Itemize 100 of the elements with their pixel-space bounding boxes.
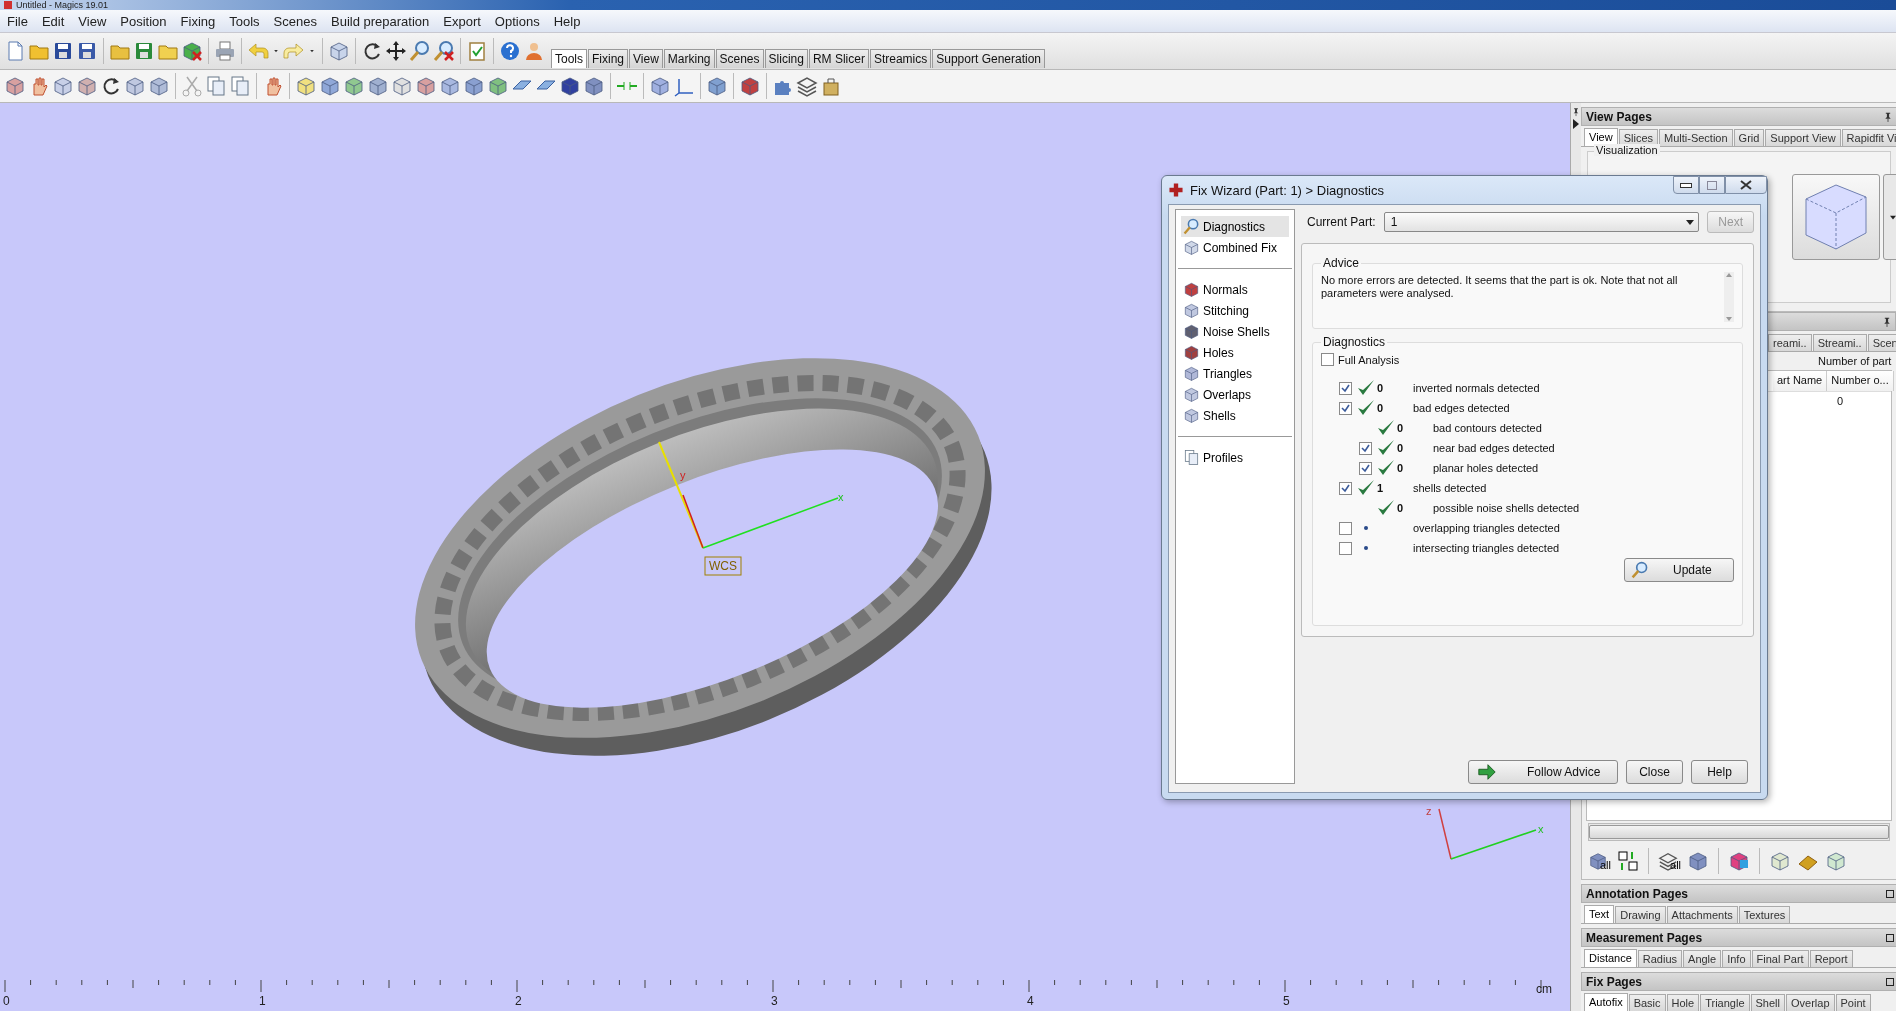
menu-item[interactable]: Tools xyxy=(222,13,267,29)
cube-icon[interactable] xyxy=(439,75,461,97)
tab[interactable]: Textures xyxy=(1738,906,1791,923)
select-all-button[interactable]: all xyxy=(1588,851,1611,871)
cube-icon[interactable] xyxy=(649,75,671,97)
nav-item[interactable]: Diagnostics xyxy=(1181,216,1289,237)
tab[interactable]: Report xyxy=(1809,950,1853,967)
nav-item[interactable]: Noise Shells xyxy=(1181,321,1289,342)
menu-item[interactable]: Export xyxy=(436,13,488,29)
scrollbar[interactable] xyxy=(1724,272,1734,322)
tab[interactable]: Tools xyxy=(551,49,587,68)
scrollbar[interactable] xyxy=(1588,823,1890,841)
cube-icon[interactable] xyxy=(148,75,170,97)
restore-icon[interactable] xyxy=(1886,977,1894,986)
tab[interactable]: Grid xyxy=(1733,129,1765,146)
magnifier-icon[interactable] xyxy=(409,40,431,62)
tab[interactable]: Radius xyxy=(1637,950,1683,967)
scissors-icon[interactable] xyxy=(181,75,203,97)
checkbox[interactable] xyxy=(1321,353,1334,366)
cube-icon[interactable] xyxy=(76,75,98,97)
follow-advice-button[interactable]: Follow Advice xyxy=(1468,760,1618,784)
magnifier-cross-icon[interactable] xyxy=(433,40,455,62)
pin-icon[interactable] xyxy=(1571,107,1581,117)
tab[interactable]: Info xyxy=(1722,950,1751,967)
menu-item[interactable]: Help xyxy=(546,13,588,29)
nav-item[interactable]: Shells xyxy=(1181,405,1289,426)
close-button[interactable]: Close xyxy=(1626,760,1683,784)
tab[interactable]: Point xyxy=(1835,994,1871,1011)
tab[interactable]: Overlap xyxy=(1786,994,1835,1011)
menu-item[interactable]: File xyxy=(0,13,35,29)
tab[interactable]: View xyxy=(1584,128,1618,146)
tab[interactable]: RM Slicer xyxy=(808,49,869,68)
nav-item[interactable]: Profiles xyxy=(1181,447,1289,468)
person-icon[interactable] xyxy=(523,40,545,62)
cube-icon[interactable] xyxy=(319,75,341,97)
tab[interactable]: Support Generation xyxy=(932,49,1045,68)
restore-icon[interactable] xyxy=(1886,933,1894,942)
pages-icon[interactable] xyxy=(205,75,227,97)
nav-item[interactable]: Normals xyxy=(1181,279,1289,300)
checkbox[interactable] xyxy=(1338,381,1352,395)
cube-icon[interactable] xyxy=(739,75,761,97)
cube-icon[interactable] xyxy=(583,75,605,97)
layers-icon[interactable] xyxy=(796,75,818,97)
close-button[interactable] xyxy=(1725,176,1767,194)
menu-item[interactable]: Fixing xyxy=(173,13,223,29)
update-button[interactable]: Update xyxy=(1624,558,1734,582)
scroll-down-icon[interactable] xyxy=(1724,316,1734,322)
tab[interactable]: Text xyxy=(1584,905,1615,923)
menu-item[interactable]: Position xyxy=(113,13,174,29)
tab[interactable]: Attachments xyxy=(1666,906,1738,923)
nav-item[interactable]: Overlaps xyxy=(1181,384,1289,405)
cube-icon[interactable] xyxy=(343,75,365,97)
column-header[interactable]: Number o... xyxy=(1827,371,1894,391)
delete-cube-icon[interactable] xyxy=(181,40,203,62)
tab[interactable]: Final Part xyxy=(1751,950,1809,967)
menu-item[interactable]: Scenes xyxy=(266,13,324,29)
checkbox[interactable] xyxy=(1358,461,1372,475)
tab[interactable]: Drawing xyxy=(1615,906,1666,923)
expand-arrow-icon[interactable] xyxy=(1573,119,1579,129)
tab[interactable]: Rapidfit Vi xyxy=(1841,129,1896,146)
tab[interactable]: Multi-Section xyxy=(1659,129,1733,146)
scroll-up-icon[interactable] xyxy=(1724,272,1734,278)
pin-icon[interactable] xyxy=(1881,315,1893,328)
part-dropdown[interactable]: 1 xyxy=(1383,212,1700,232)
cube-icon[interactable] xyxy=(415,75,437,97)
tab[interactable]: Hole xyxy=(1666,994,1700,1011)
menu-item[interactable]: Build preparation xyxy=(324,13,437,29)
tab[interactable]: Streamics xyxy=(869,49,932,68)
checkbox-swap-icon[interactable] xyxy=(1617,850,1639,872)
cube-icon[interactable] xyxy=(706,75,728,97)
colored-cubes-icon[interactable] xyxy=(1728,850,1751,872)
menu-item[interactable]: View xyxy=(71,13,114,29)
tab[interactable]: Distance xyxy=(1584,949,1637,967)
tab[interactable]: Basic xyxy=(1628,994,1666,1011)
cube-icon[interactable] xyxy=(463,75,485,97)
tab[interactable]: Slicing xyxy=(764,49,808,68)
tab[interactable]: Angle xyxy=(1683,950,1722,967)
tab[interactable]: Triangle xyxy=(1700,994,1750,1011)
menu-item[interactable]: Options xyxy=(487,13,547,29)
tab[interactable]: Scenes xyxy=(715,49,764,68)
restore-icon[interactable] xyxy=(1886,889,1894,898)
checkbox[interactable] xyxy=(1338,541,1352,555)
checkbox[interactable] xyxy=(1338,521,1352,535)
nav-item[interactable]: Triangles xyxy=(1181,363,1289,384)
checkbox[interactable] xyxy=(1338,401,1352,415)
tab[interactable]: Streami.. xyxy=(1812,334,1867,351)
tab[interactable]: Support View xyxy=(1765,129,1841,146)
help-icon[interactable] xyxy=(499,40,521,62)
column-header[interactable]: art Name xyxy=(1773,371,1828,391)
pages-icon[interactable] xyxy=(229,75,251,97)
cube-icon[interactable] xyxy=(367,75,389,97)
move-icon[interactable] xyxy=(385,40,407,62)
link-all-button[interactable]: all xyxy=(1658,851,1682,871)
pin-icon[interactable] xyxy=(1882,110,1894,123)
minimize-button[interactable] xyxy=(1673,176,1699,194)
tab[interactable]: Autofix xyxy=(1584,993,1628,1011)
nav-item[interactable]: Stitching xyxy=(1181,300,1289,321)
checkbox[interactable] xyxy=(1358,441,1372,455)
tab[interactable]: reami.. xyxy=(1768,334,1812,351)
cube-icon[interactable] xyxy=(559,75,581,97)
